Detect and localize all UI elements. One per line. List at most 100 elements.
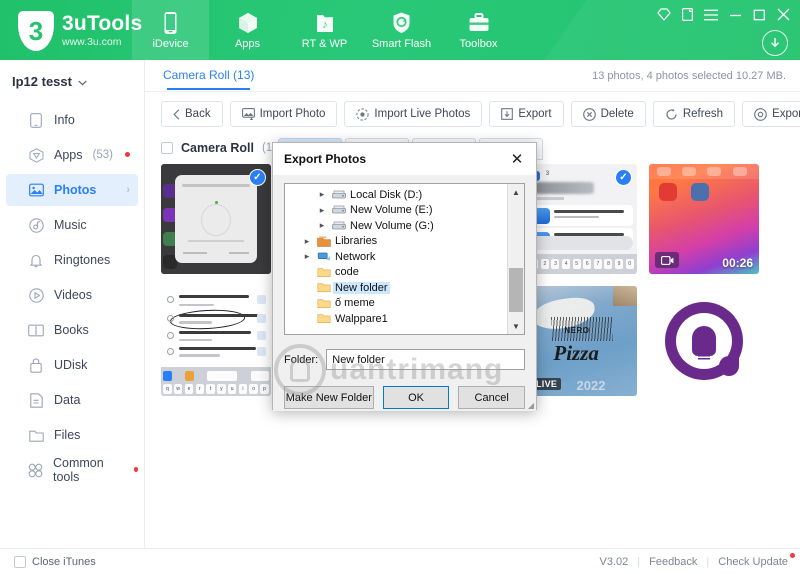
photo-thumbnail[interactable]: 3 1234 5678 90 ✓	[527, 164, 637, 274]
folder-icon	[314, 298, 333, 309]
feedback-link[interactable]: Feedback	[649, 556, 697, 568]
cancel-button[interactable]: Cancel	[458, 386, 525, 409]
chevron-left-icon	[173, 109, 180, 120]
sidebar-item-apps[interactable]: Apps (53)	[6, 139, 138, 171]
close-itunes-option[interactable]: Close iTunes	[14, 556, 96, 568]
menu-icon[interactable]	[704, 9, 718, 21]
import-live-photos-button[interactable]: Import Live Photos	[344, 101, 482, 127]
logo-shield-icon: 3	[18, 11, 54, 51]
export-button[interactable]: Export	[489, 101, 563, 127]
window-controls	[657, 8, 790, 21]
notification-dot	[134, 467, 138, 472]
svg-text:♪: ♪	[322, 19, 328, 31]
sidebar-item-photos[interactable]: Photos ›	[6, 174, 138, 206]
udisk-icon	[28, 357, 44, 373]
notification-dot	[125, 152, 130, 157]
tree-row[interactable]: ▸ Local Disk (D:)	[285, 187, 507, 203]
folder-icon	[314, 267, 333, 278]
apps-icon	[28, 147, 44, 163]
photo-thumbnail[interactable]: 00:26	[649, 164, 759, 274]
export-photos-dialog: Export Photos ✕ ▸ Local Disk (D:) ▸	[272, 142, 537, 410]
app-window: 3 3uTools www.3u.com iDevice Apps	[0, 0, 800, 574]
sidebar-item-info[interactable]: Info	[6, 104, 138, 136]
photo-thumbnail[interactable]: ✓	[161, 164, 271, 274]
nav-tab-apps[interactable]: Apps	[209, 0, 286, 60]
tree-label: Local Disk (D:)	[348, 189, 424, 201]
data-icon	[28, 392, 44, 408]
import-photo-button[interactable]: Import Photo	[230, 101, 338, 127]
photo-selected-check[interactable]: ✓	[615, 169, 632, 186]
note-icon[interactable]	[682, 8, 693, 21]
button-label: Import Live Photos	[374, 108, 470, 120]
video-badge-icon	[655, 252, 679, 268]
back-button[interactable]: Back	[161, 101, 223, 127]
nav-tab-smart-flash[interactable]: Smart Flash	[363, 0, 440, 60]
tree-row[interactable]: ố meme	[285, 296, 507, 312]
chevron-right-icon[interactable]: ▸	[315, 189, 329, 200]
dialog-title: Export Photos	[284, 152, 366, 166]
chevron-right-icon[interactable]: ▸	[300, 236, 314, 247]
device-selector[interactable]: Ip12 tesst	[0, 60, 144, 101]
delete-button[interactable]: Delete	[571, 101, 646, 127]
resize-grip-icon[interactable]: ◢	[528, 401, 534, 410]
phone-icon	[162, 11, 179, 35]
tree-scrollbar[interactable]: ▲ ▼	[507, 184, 524, 334]
minimize-icon[interactable]	[729, 9, 742, 21]
close-itunes-checkbox[interactable]	[14, 556, 26, 568]
nav-tab-toolbox[interactable]: Toolbox	[440, 0, 517, 60]
chevron-right-icon[interactable]: ▸	[300, 251, 314, 262]
sidebar-item-data[interactable]: Data	[6, 384, 138, 416]
tree-row-selected[interactable]: New folder	[285, 280, 507, 296]
refresh-button[interactable]: Refresh	[653, 101, 735, 127]
export-settings-button[interactable]: Export Settings	[742, 101, 800, 127]
chevron-right-icon[interactable]: ▸	[315, 205, 329, 216]
photo-year-overlay: 2022	[577, 378, 606, 393]
sidebar-item-files[interactable]: Files	[6, 419, 138, 451]
button-label: Back	[185, 108, 211, 120]
photo-thumbnail[interactable]	[649, 286, 759, 396]
scroll-up-icon[interactable]: ▲	[508, 184, 524, 200]
tree-row[interactable]: Walppare1	[285, 311, 507, 327]
sidebar-item-ringtones[interactable]: Ringtones	[6, 244, 138, 276]
close-itunes-label: Close iTunes	[32, 556, 96, 568]
dialog-body: ▸ Local Disk (D:) ▸ New Volume (E:)	[273, 175, 536, 411]
maximize-icon[interactable]	[753, 9, 766, 21]
button-label: Export	[518, 108, 551, 120]
divider: |	[637, 556, 640, 568]
check-update-link[interactable]: Check Update	[718, 556, 788, 568]
sidebar-item-videos[interactable]: Videos	[6, 279, 138, 311]
scrollbar-thumb[interactable]	[509, 268, 523, 312]
photo-thumbnail[interactable]: NEROPizza 2022 LIVE	[527, 286, 637, 396]
close-icon[interactable]	[777, 8, 790, 21]
sidebar-item-udisk[interactable]: UDisk	[6, 349, 138, 381]
refresh-icon	[665, 108, 678, 121]
dialog-titlebar: Export Photos ✕	[273, 143, 536, 175]
ok-button[interactable]: OK	[383, 386, 450, 409]
nav-tab-idevice[interactable]: iDevice	[132, 0, 209, 60]
sidebar-item-label: UDisk	[54, 358, 87, 372]
sidebar-item-common-tools[interactable]: Common tools	[6, 454, 138, 486]
folder-tree[interactable]: ▸ Local Disk (D:) ▸ New Volume (E:)	[284, 183, 525, 335]
sidebar-item-music[interactable]: Music	[6, 209, 138, 241]
tree-row[interactable]: ▸ New Volume (E:)	[285, 203, 507, 219]
tree-row[interactable]: ▸ New Volume (G:)	[285, 218, 507, 234]
photo-selected-check[interactable]: ✓	[249, 169, 266, 186]
shield-refresh-icon	[391, 11, 412, 35]
tree-label: code	[333, 266, 361, 278]
tree-row[interactable]: ▸ Libraries	[285, 234, 507, 250]
group-select-checkbox[interactable]	[161, 142, 173, 154]
photo-thumbnail[interactable]: qwer tyui op	[161, 286, 271, 396]
tab-camera-roll[interactable]: Camera Roll (13)	[161, 61, 256, 90]
tree-row[interactable]: code	[285, 265, 507, 281]
folder-input[interactable]	[326, 349, 525, 370]
scroll-down-icon[interactable]: ▼	[508, 318, 524, 334]
nav-tab-rt-wp[interactable]: ♪ RT & WP	[286, 0, 363, 60]
tree-row[interactable]: ▸ Network	[285, 249, 507, 265]
download-icon[interactable]	[762, 30, 788, 56]
make-new-folder-button[interactable]: Make New Folder	[284, 386, 374, 409]
close-icon[interactable]: ✕	[506, 148, 528, 170]
chevron-right-icon[interactable]: ▸	[315, 220, 329, 231]
button-label: Import Photo	[260, 108, 326, 120]
sidebar-item-books[interactable]: Books	[6, 314, 138, 346]
skin-icon[interactable]	[657, 8, 671, 21]
